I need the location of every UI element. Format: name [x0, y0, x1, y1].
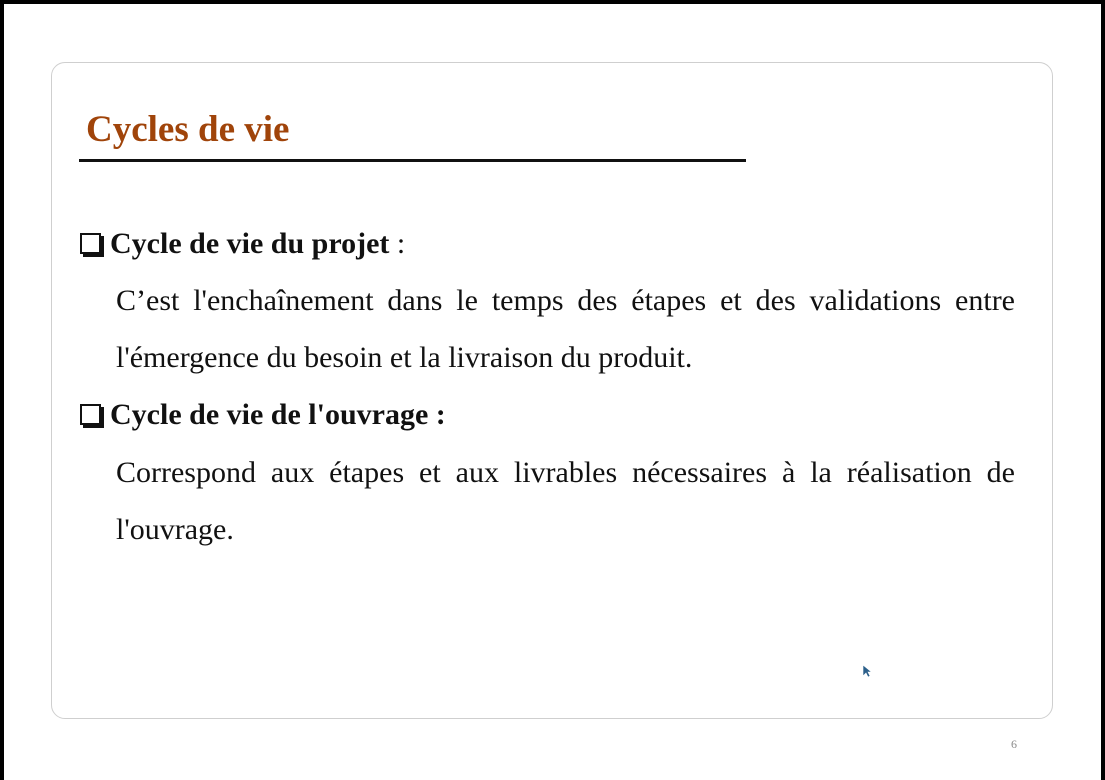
section-body-ouvrage: Correspond aux étapes et aux livrables n…: [116, 456, 1015, 546]
mouse-pointer-icon: [862, 664, 872, 678]
page-number: 6: [1011, 737, 1017, 751]
checkbox-outline-icon: [80, 233, 101, 254]
section-heading-projet: Cycle de vie du projet :: [80, 226, 405, 262]
section-heading-ouvrage: Cycle de vie de l'ouvrage :: [80, 397, 446, 433]
slide-page: Cycles de vie Cycle de vie du projet : C…: [4, 4, 1101, 780]
section-heading-separator: :: [389, 227, 406, 260]
section-heading-label: Cycle de vie de l'ouvrage :: [110, 398, 446, 431]
section-heading-label: Cycle de vie du projet: [110, 227, 390, 260]
section-body-projet: C’est l'enchaînement dans le temps des é…: [116, 284, 1015, 374]
title-underline: [79, 159, 746, 162]
slide-title: Cycles de vie: [86, 109, 290, 150]
checkbox-outline-icon: [80, 404, 101, 425]
